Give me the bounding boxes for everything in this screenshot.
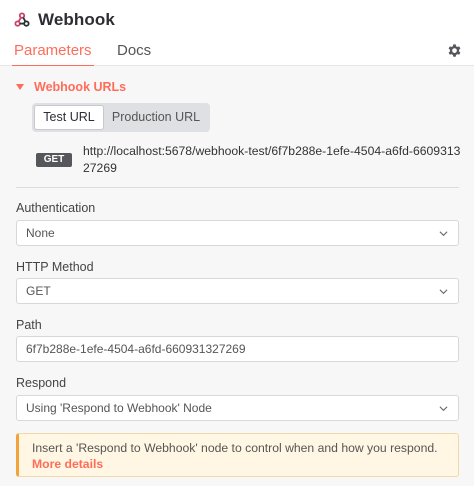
http-method-value: GET xyxy=(26,284,51,298)
path-input[interactable]: 6f7b288e-1efe-4504-a6fd-660931327269 xyxy=(16,336,459,362)
authentication-label: Authentication xyxy=(16,201,96,215)
authentication-select[interactable]: None xyxy=(16,220,459,246)
http-method-select[interactable]: GET xyxy=(16,278,459,304)
respond-value: Using 'Respond to Webhook' Node xyxy=(26,401,212,415)
http-method-label: HTTP Method xyxy=(16,260,94,274)
webhook-url[interactable]: http://localhost:5678/webhook-test/6f7b2… xyxy=(83,143,463,177)
node-tabs: Parameters Docs xyxy=(0,40,474,67)
tab-docs[interactable]: Docs xyxy=(117,40,151,66)
divider xyxy=(16,187,459,188)
webhook-icon xyxy=(14,12,30,27)
node-title: Webhook xyxy=(38,10,115,29)
parameters-panel: Webhook URLs Test URL Production URL GET… xyxy=(0,66,474,486)
path-value: 6f7b288e-1efe-4504-a6fd-660931327269 xyxy=(26,342,246,356)
notice-text: Insert a 'Respond to Webhook' node to co… xyxy=(32,441,438,455)
webhook-urls-label: Webhook URLs xyxy=(34,80,127,94)
gear-icon[interactable] xyxy=(447,43,462,58)
tab-test-url[interactable]: Test URL xyxy=(34,105,104,130)
method-badge: GET xyxy=(36,153,72,167)
tab-parameters[interactable]: Parameters xyxy=(12,40,94,67)
title-row: Webhook xyxy=(14,9,115,31)
respond-label: Respond xyxy=(16,376,67,390)
chevron-down-icon xyxy=(439,231,448,237)
tab-production-url[interactable]: Production URL xyxy=(104,105,208,130)
more-details-link[interactable]: More details xyxy=(32,457,103,471)
node-header: Webhook Parameters Docs xyxy=(0,0,474,67)
chevron-down-icon xyxy=(439,289,448,295)
webhook-urls-toggle[interactable]: Webhook URLs xyxy=(16,80,126,94)
respond-notice: Insert a 'Respond to Webhook' node to co… xyxy=(16,433,459,477)
caret-down-icon xyxy=(16,84,24,90)
authentication-value: None xyxy=(26,226,55,240)
path-label: Path xyxy=(16,318,42,332)
respond-select[interactable]: Using 'Respond to Webhook' Node xyxy=(16,395,459,421)
url-type-switch: Test URL Production URL xyxy=(32,103,210,132)
chevron-down-icon xyxy=(439,406,448,412)
